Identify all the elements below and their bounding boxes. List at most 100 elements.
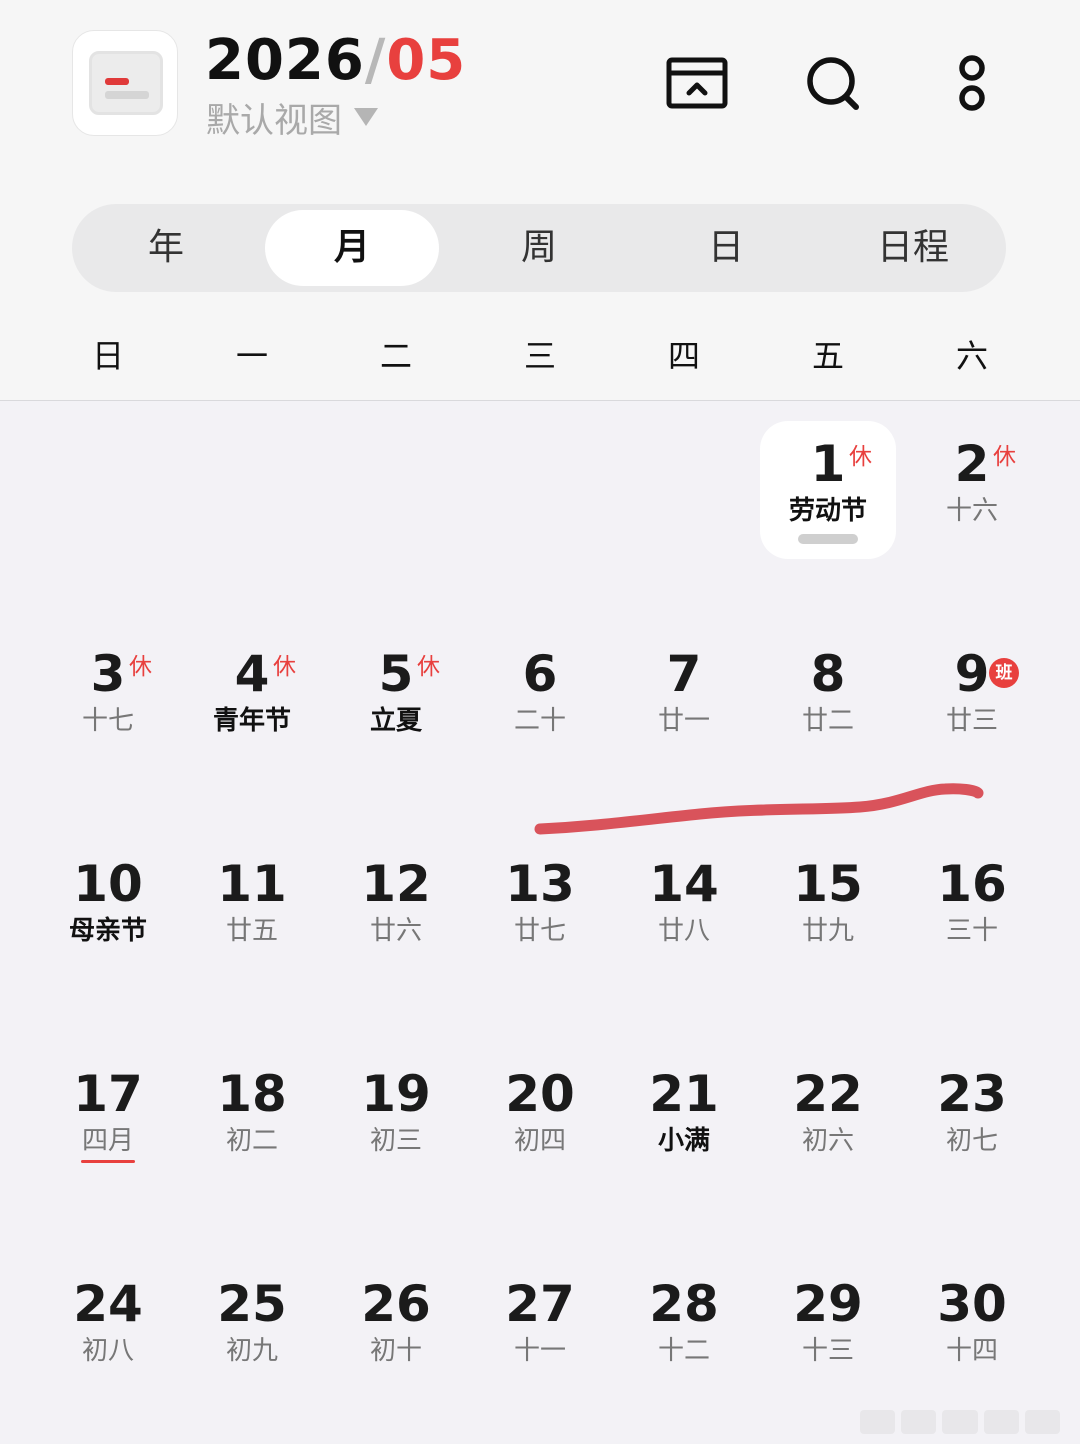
lunar-date: 十四: [945, 1336, 998, 1366]
day-cell[interactable]: 10 母亲节: [36, 854, 180, 994]
day-number: 28: [649, 1275, 719, 1333]
day-cell[interactable]: 29 十三: [756, 1274, 900, 1414]
lunar-date: 廿九: [801, 916, 854, 946]
lunar-date: 廿七: [513, 916, 566, 946]
day-number: 1: [810, 435, 846, 493]
calendar-card-icon: [89, 51, 163, 115]
holiday-badge: 休: [273, 654, 296, 680]
lunar-month-underline: [81, 1160, 135, 1163]
title-month: 05: [386, 28, 467, 93]
page-title: 2026/05: [205, 28, 466, 94]
day-cell[interactable]: 30 十四: [900, 1274, 1044, 1414]
day-number: 4: [234, 645, 270, 703]
day-number: 3: [90, 645, 126, 703]
holiday-badge: 休: [849, 444, 872, 470]
day-cell[interactable]: 28 十二: [612, 1274, 756, 1414]
day-cell[interactable]: 27 十一: [468, 1274, 612, 1414]
view-select-dropdown[interactable]: 默认视图: [206, 95, 378, 141]
day-number: 9: [954, 645, 990, 703]
weekday-label: 四: [667, 337, 700, 375]
day-cell[interactable]: 15 廿九: [756, 854, 900, 994]
tab-0[interactable]: 年: [79, 210, 253, 286]
lunar-date: 十一: [513, 1336, 566, 1366]
weekday-label: 一: [235, 337, 268, 375]
day-cell[interactable]: 12 廿六: [324, 854, 468, 994]
day-cell[interactable]: 21 小满: [612, 1064, 756, 1204]
lunar-date: 廿六: [369, 916, 422, 946]
day-number: 18: [217, 1065, 287, 1123]
day-cell[interactable]: 2 休十六: [900, 434, 1044, 574]
day-cell[interactable]: 23 初七: [900, 1064, 1044, 1204]
app-logo-icon[interactable]: [72, 30, 178, 136]
lunar-date: 初四: [513, 1126, 566, 1156]
day-cell[interactable]: 22 初六: [756, 1064, 900, 1204]
lunar-date: 廿三: [945, 706, 998, 736]
tab-4[interactable]: 日程: [826, 210, 1000, 286]
lunar-date: 四月: [81, 1126, 134, 1156]
lunar-date: 廿五: [225, 916, 278, 946]
day-number: 16: [937, 855, 1007, 913]
home-indicator: [860, 1410, 1061, 1434]
day-cell[interactable]: 3 休十七: [36, 644, 180, 784]
festival-label: 母亲节: [68, 916, 147, 946]
lunar-date: 十二: [657, 1336, 710, 1366]
day-cell[interactable]: 18 初二: [180, 1064, 324, 1204]
day-number: 22: [793, 1065, 863, 1123]
day-cell[interactable]: 25 初九: [180, 1274, 324, 1414]
search-icon: [807, 57, 859, 110]
weekday-label: 二: [379, 337, 412, 375]
calendar-red-bar: [105, 78, 129, 85]
lunar-date: 十七: [81, 706, 134, 736]
day-cell[interactable]: 26 初十: [324, 1274, 468, 1414]
view-select-label: 默认视图: [206, 100, 342, 141]
lunar-date: 十六: [945, 496, 998, 526]
day-cell[interactable]: 13 廿七: [468, 854, 612, 994]
tab-3[interactable]: 日: [639, 210, 813, 286]
day-number: 15: [793, 855, 863, 913]
day-cell[interactable]: 11 廿五: [180, 854, 324, 994]
tab-2[interactable]: 周: [452, 210, 626, 286]
day-cell[interactable]: 9 班廿三: [900, 644, 1044, 784]
day-cell[interactable]: 16 三十: [900, 854, 1044, 994]
holiday-badge: 休: [993, 444, 1016, 470]
day-number: 10: [73, 855, 143, 913]
day-cell[interactable]: 14 廿八: [612, 854, 756, 994]
tab-1[interactable]: 月: [265, 210, 439, 286]
day-number: 24: [73, 1275, 143, 1333]
day-number: 19: [361, 1065, 431, 1123]
lunar-date: 十三: [801, 1336, 854, 1366]
day-cell[interactable]: 20 初四: [468, 1064, 612, 1204]
day-number: 13: [505, 855, 575, 913]
collapse-button[interactable]: [662, 48, 732, 118]
day-cell[interactable]: 24 初八: [36, 1274, 180, 1414]
calendar-grey-bar: [105, 91, 149, 99]
holiday-badge: 休: [129, 654, 152, 680]
lunar-date: 二十: [513, 706, 566, 736]
day-cell[interactable]: 6 二十: [468, 644, 612, 784]
lunar-date: 廿八: [657, 916, 710, 946]
day-number: 14: [649, 855, 719, 913]
holiday-badge: 休: [417, 654, 440, 680]
title-year: 2026: [205, 28, 365, 93]
collapse-icon: [666, 57, 728, 109]
day-cell[interactable]: 19 初三: [324, 1064, 468, 1204]
lunar-date: 初二: [225, 1126, 278, 1156]
weekday-label: 六: [955, 337, 988, 375]
more-button[interactable]: [937, 48, 1007, 118]
day-number: 27: [505, 1275, 575, 1333]
day-cell[interactable]: 1 休劳动节: [756, 434, 900, 574]
day-number: 26: [361, 1275, 431, 1333]
day-number: 29: [793, 1275, 863, 1333]
day-cell[interactable]: 17 四月: [36, 1064, 180, 1204]
search-button[interactable]: [800, 48, 870, 118]
day-number: 23: [937, 1065, 1007, 1123]
festival-label: 劳动节: [788, 496, 867, 526]
day-cell[interactable]: 4 休青年节: [180, 644, 324, 784]
day-number: 6: [522, 645, 558, 703]
day-cell[interactable]: 5 休立夏: [324, 644, 468, 784]
lunar-date: 廿一: [657, 706, 710, 736]
day-cell[interactable]: 7 廿一: [612, 644, 756, 784]
day-cell[interactable]: 8 廿二: [756, 644, 900, 784]
lunar-date: 初七: [945, 1126, 998, 1156]
day-number: 30: [937, 1275, 1007, 1333]
